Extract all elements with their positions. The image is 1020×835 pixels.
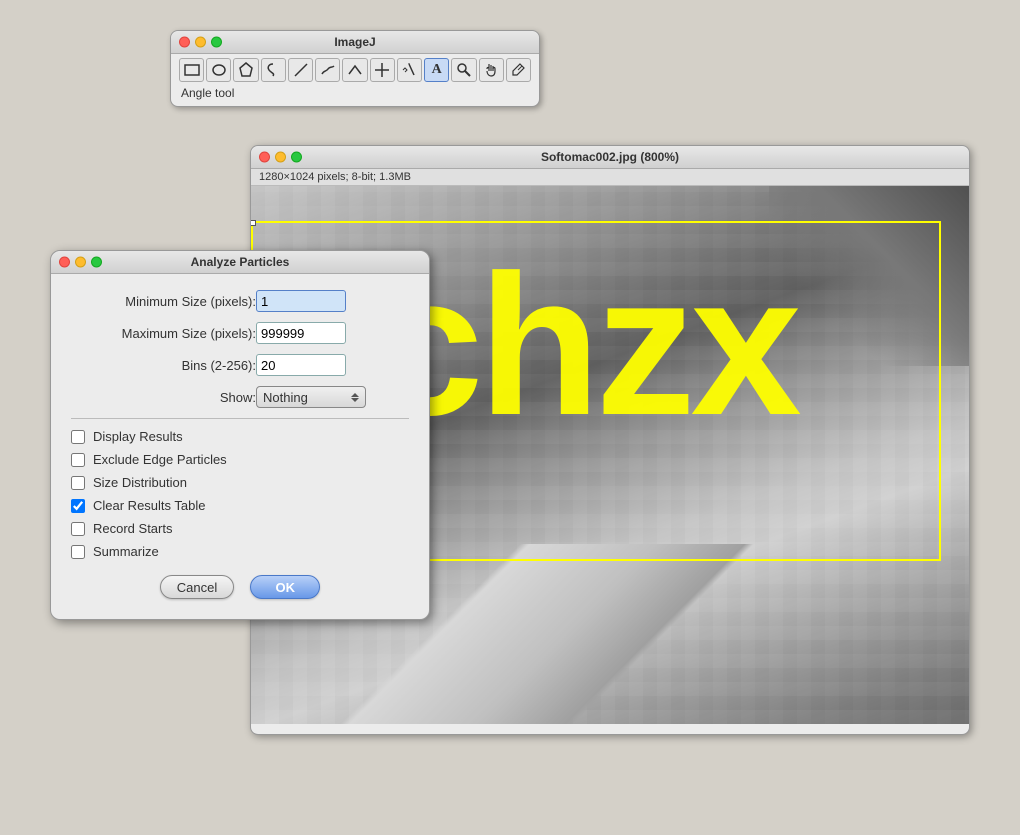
clear-results-checkbox[interactable] <box>71 499 85 513</box>
exclude-edge-checkbox[interactable] <box>71 453 85 467</box>
freehand-tool[interactable] <box>261 58 286 82</box>
image-info-text: 1280×1024 pixels; 8-bit; 1.3MB <box>259 171 411 183</box>
dialog-maximize-button[interactable] <box>91 257 102 268</box>
image-close-button[interactable] <box>259 152 270 163</box>
exclude-edge-row: Exclude Edge Particles <box>71 452 409 467</box>
max-size-label: Maximum Size (pixels): <box>71 326 256 341</box>
active-tool-label: Angle tool <box>179 86 531 100</box>
show-label: Show: <box>71 390 256 405</box>
imagej-title: ImageJ <box>334 35 375 49</box>
imagej-titlebar: ImageJ <box>171 31 539 54</box>
max-size-input[interactable] <box>256 322 346 344</box>
imagej-toolbar-window: ImageJ <box>170 30 540 107</box>
crosshair-tool[interactable] <box>370 58 395 82</box>
dialog-titlebar: Analyze Particles <box>51 251 429 274</box>
dialog-buttons: Cancel OK <box>71 575 409 599</box>
separator <box>71 418 409 419</box>
show-dropdown-arrow <box>351 393 359 402</box>
summarize-row: Summarize <box>71 544 409 559</box>
size-distribution-checkbox[interactable] <box>71 476 85 490</box>
display-results-row: Display Results <box>71 429 409 444</box>
traffic-lights <box>179 37 222 48</box>
image-minimize-button[interactable] <box>275 152 286 163</box>
dropper-tool[interactable] <box>506 58 531 82</box>
min-size-label: Minimum Size (pixels): <box>71 294 256 309</box>
show-row: Show: Nothing <box>71 386 409 408</box>
dialog-close-button[interactable] <box>59 257 70 268</box>
image-maximize-button[interactable] <box>291 152 302 163</box>
toolbar-body: A <box>171 54 539 106</box>
record-starts-label: Record Starts <box>93 521 172 536</box>
polygon-tool[interactable] <box>233 58 258 82</box>
size-dist-row: Size Distribution <box>71 475 409 490</box>
show-value: Nothing <box>263 390 308 405</box>
bins-row: Bins (2-256): <box>71 354 409 376</box>
cancel-button[interactable]: Cancel <box>160 575 234 599</box>
dialog-traffic-lights <box>59 257 102 268</box>
dialog-title: Analyze Particles <box>191 255 290 269</box>
image-info-bar: 1280×1024 pixels; 8-bit; 1.3MB <box>251 169 969 186</box>
oval-tool[interactable] <box>206 58 231 82</box>
hand-tool[interactable] <box>479 58 504 82</box>
toolbar-icons: A <box>179 58 531 82</box>
text-tool[interactable]: A <box>424 58 449 82</box>
dark-corner <box>769 186 969 366</box>
dialog-minimize-button[interactable] <box>75 257 86 268</box>
exclude-edge-label: Exclude Edge Particles <box>93 452 227 467</box>
display-results-label: Display Results <box>93 429 183 444</box>
analyze-particles-dialog: Analyze Particles Minimum Size (pixels):… <box>50 250 430 620</box>
summarize-label: Summarize <box>93 544 159 559</box>
image-traffic-lights <box>259 152 302 163</box>
bins-label: Bins (2-256): <box>71 358 256 373</box>
close-button[interactable] <box>179 37 190 48</box>
line-tool[interactable] <box>288 58 313 82</box>
image-title: Softomac002.jpg (800%) <box>541 150 679 164</box>
summarize-checkbox[interactable] <box>71 545 85 559</box>
rectangle-tool[interactable] <box>179 58 204 82</box>
record-starts-row: Record Starts <box>71 521 409 536</box>
freeline-tool[interactable] <box>315 58 340 82</box>
display-results-checkbox[interactable] <box>71 430 85 444</box>
wand-tool[interactable] <box>397 58 422 82</box>
dialog-body: Minimum Size (pixels): Maximum Size (pix… <box>51 274 429 619</box>
magnifier-tool[interactable] <box>451 58 476 82</box>
down-arrow-icon <box>351 398 359 402</box>
min-size-row: Minimum Size (pixels): <box>71 290 409 312</box>
show-dropdown[interactable]: Nothing <box>256 386 366 408</box>
bins-input[interactable] <box>256 354 346 376</box>
max-size-row: Maximum Size (pixels): <box>71 322 409 344</box>
up-arrow-icon <box>351 393 359 397</box>
record-starts-checkbox[interactable] <box>71 522 85 536</box>
minimize-button[interactable] <box>195 37 206 48</box>
clear-results-label: Clear Results Table <box>93 498 205 513</box>
angle-tool[interactable] <box>342 58 367 82</box>
size-distribution-label: Size Distribution <box>93 475 187 490</box>
image-titlebar: Softomac002.jpg (800%) <box>251 146 969 169</box>
min-size-input[interactable] <box>256 290 346 312</box>
clear-results-row: Clear Results Table <box>71 498 409 513</box>
ok-button[interactable]: OK <box>250 575 320 599</box>
maximize-button[interactable] <box>211 37 222 48</box>
